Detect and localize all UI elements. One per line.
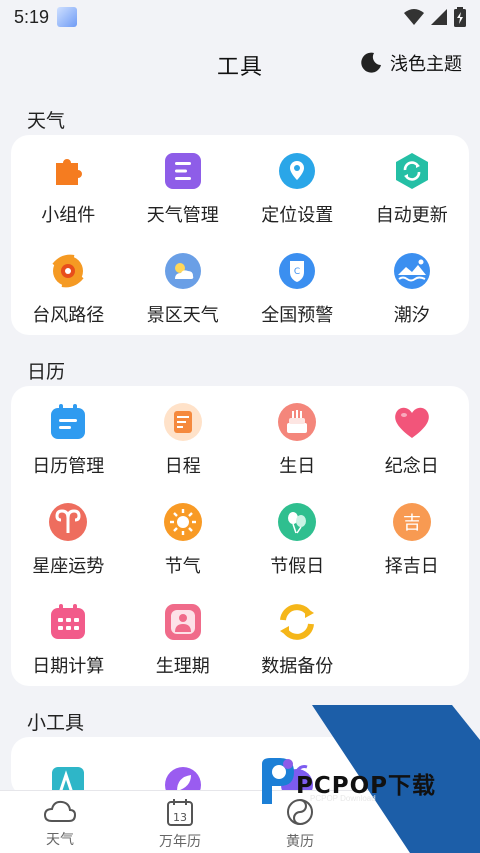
- nav-almanac[interactable]: 黄历: [240, 791, 360, 853]
- status-bar: 5:19: [0, 0, 480, 34]
- section-title-small-tools: 小工具: [27, 712, 85, 734]
- tool-solar-terms[interactable]: 节气: [126, 486, 241, 586]
- tool-scenic-weather[interactable]: 景区天气: [126, 235, 241, 335]
- tool-birthday[interactable]: 生日: [240, 386, 355, 486]
- font-icon: [48, 753, 88, 793]
- tools-icon: [409, 801, 431, 823]
- nav-perpetual-calendar[interactable]: 13 万年历: [120, 791, 240, 853]
- tool-font-size[interactable]: [11, 737, 126, 797]
- tool-horoscope[interactable]: 星座运势: [11, 486, 126, 586]
- tool-schedule[interactable]: 日程: [126, 386, 241, 486]
- tool-label: 数据备份: [261, 656, 334, 677]
- scenic-weather-icon: [163, 251, 203, 291]
- app-notification-icon: [57, 7, 78, 27]
- wifi-icon: [404, 9, 424, 25]
- yin-yang-icon: [287, 799, 313, 825]
- ji-icon: 吉: [392, 502, 432, 542]
- tool-label: 日历管理: [32, 456, 105, 477]
- aries-icon: [48, 502, 88, 542]
- cake-icon: [277, 402, 317, 442]
- tool-label: 潮汐: [393, 305, 430, 326]
- battery-icon: [454, 7, 466, 27]
- leaf-icon: [163, 753, 203, 793]
- tool-label: 定位设置: [261, 205, 334, 226]
- tool-label: 择吉日: [384, 556, 439, 577]
- tool-label: 日程: [164, 456, 201, 477]
- nav-label: 万年历: [159, 834, 201, 850]
- small-tools-card: [11, 737, 469, 797]
- balloon-icon: [277, 502, 317, 542]
- status-icons: [404, 7, 466, 27]
- calendar-icon: [48, 402, 88, 442]
- tool-label: 纪念日: [384, 456, 439, 477]
- list-icon: [163, 151, 203, 191]
- tool-label: 自动更新: [375, 205, 448, 226]
- ji-char: 吉: [403, 513, 421, 534]
- tool-period[interactable]: 生理期: [126, 586, 241, 686]
- tool-label: 景区天气: [146, 305, 219, 326]
- nav-label: 天气: [46, 832, 74, 848]
- tool-fruit[interactable]: [240, 737, 355, 797]
- tool-label: 小组件: [41, 205, 96, 226]
- puzzle-icon: [48, 151, 88, 191]
- fruit-icon: [277, 753, 317, 793]
- tool-label: 节假日: [270, 556, 325, 577]
- status-time: 5:19: [14, 6, 50, 27]
- weather-tools-card: 小组件 天气管理 定位设置 自动更新 台风路径 景区天气 C 全国预警 潮汐: [11, 135, 469, 335]
- tool-label: 节气: [164, 556, 201, 577]
- tool-label: 全国预警: [261, 305, 334, 326]
- signal-icon: [431, 9, 447, 25]
- calendar-tools-card: 日历管理 日程 生日 纪念日 星座运势 节气 节假日 吉 择吉日 日期计算 生理…: [11, 386, 469, 686]
- tool-label: 台风路径: [32, 305, 105, 326]
- tool-label: 日期计算: [32, 656, 105, 677]
- typhoon-icon: [48, 251, 88, 291]
- section-title-weather: 天气: [27, 110, 66, 132]
- tool-label: 星座运势: [32, 556, 105, 577]
- title-bar: 工具 浅色主题: [0, 34, 480, 96]
- calendar-day-number: 13: [173, 811, 187, 824]
- nav-label: 黄历: [286, 834, 314, 850]
- moon-icon: [361, 52, 381, 73]
- tide-icon: [392, 251, 432, 291]
- bottom-nav: 天气 13 万年历 黄历 工具: [0, 790, 480, 853]
- tool-label: 生理期: [155, 656, 210, 677]
- theme-label: 浅色主题: [390, 54, 462, 75]
- tool-calendar-manage[interactable]: 日历管理: [11, 386, 126, 486]
- theme-toggle-button[interactable]: 浅色主题: [360, 50, 462, 76]
- tool-empty: [355, 737, 470, 797]
- tool-data-backup[interactable]: 数据备份: [240, 586, 355, 686]
- tool-leaf[interactable]: [126, 737, 241, 797]
- refresh-icon: [392, 151, 432, 191]
- cloud-icon: [43, 800, 77, 822]
- tool-label: 生日: [279, 456, 316, 477]
- sync-backup-icon: [277, 602, 317, 642]
- svg-text:C: C: [294, 267, 300, 277]
- tool-location-settings[interactable]: 定位设置: [240, 135, 355, 235]
- period-icon: [163, 602, 203, 642]
- heart-icon: [392, 402, 432, 442]
- tool-auto-update[interactable]: 自动更新: [355, 135, 470, 235]
- calendar-13-icon: 13: [167, 799, 193, 826]
- notepad-icon: [163, 402, 203, 442]
- tool-date-calc[interactable]: 日期计算: [11, 586, 126, 686]
- tool-auspicious-day[interactable]: 吉 择吉日: [355, 486, 470, 586]
- tool-anniversary[interactable]: 纪念日: [355, 386, 470, 486]
- nav-label: 工具: [406, 834, 434, 850]
- page-title: 工具: [216, 55, 263, 80]
- tool-typhoon-path[interactable]: 台风路径: [11, 235, 126, 335]
- location-pin-icon: [277, 151, 317, 191]
- warning-shield-icon: C: [277, 251, 317, 291]
- tool-label: 天气管理: [146, 205, 219, 226]
- tool-holidays[interactable]: 节假日: [240, 486, 355, 586]
- nav-weather[interactable]: 天气: [0, 791, 120, 853]
- section-title-calendar: 日历: [27, 361, 66, 383]
- nav-tools[interactable]: 工具: [360, 791, 480, 853]
- tool-tide[interactable]: 潮汐: [355, 235, 470, 335]
- sun-icon: [163, 502, 203, 542]
- tool-national-warning[interactable]: C 全国预警: [240, 235, 355, 335]
- tool-weather-manage[interactable]: 天气管理: [126, 135, 241, 235]
- calendar-grid-icon: [48, 602, 88, 642]
- tool-widget[interactable]: 小组件: [11, 135, 126, 235]
